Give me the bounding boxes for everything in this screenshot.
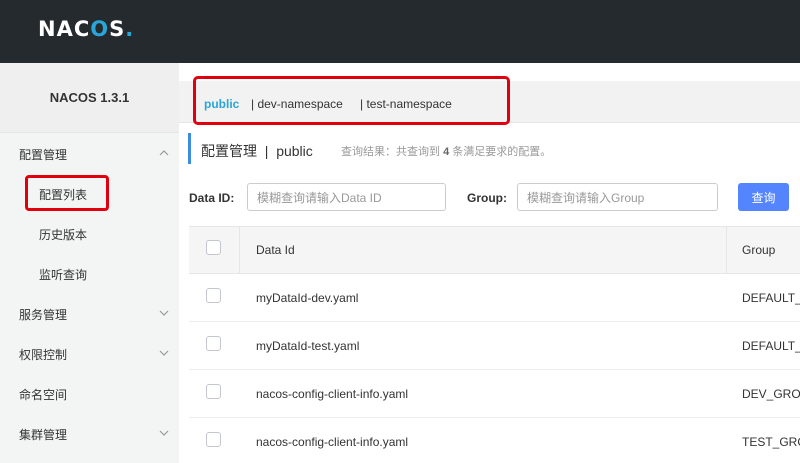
data-id-cell[interactable]: myDataId-dev.yaml — [256, 291, 358, 305]
group-label: Group: — [467, 191, 507, 205]
title-accent-bar — [188, 133, 191, 164]
data-id-cell[interactable]: nacos-config-client-info.yaml — [256, 387, 408, 401]
query-button[interactable]: 查询 — [738, 183, 789, 211]
sidebar-item-namespace[interactable]: 命名空间 — [0, 374, 179, 414]
page-title: 配置管理 | public — [201, 143, 313, 159]
chevron-down-icon — [159, 430, 169, 436]
group-cell: DEFAULT_ — [742, 339, 800, 353]
sidebar-item-label: 命名空间 — [19, 387, 68, 402]
sidebar-item-access-control[interactable]: 权限控制 — [0, 334, 179, 374]
sidebar-item-listener-query[interactable]: 监听查询 — [0, 254, 179, 294]
data-id-cell[interactable]: nacos-config-client-info.yaml — [256, 435, 408, 449]
nacos-logo[interactable]: NACOS. — [38, 17, 134, 41]
row-checkbox[interactable] — [206, 432, 221, 447]
group-cell: TEST_GRO — [742, 435, 800, 449]
sidebar-item-label: 历史版本 — [39, 227, 88, 242]
select-all-checkbox[interactable] — [206, 240, 221, 255]
chevron-up-icon — [159, 150, 169, 156]
group-cell: DEV_GROU — [742, 387, 800, 401]
sidebar-item-history[interactable]: 历史版本 — [0, 214, 179, 254]
dataid-search-input[interactable]: 模糊查询请输入Data ID — [247, 183, 446, 211]
sidebar-item-label: 权限控制 — [19, 347, 68, 362]
sidebar-item-label: 集群管理 — [19, 427, 68, 442]
sidebar-item-label: 服务管理 — [19, 307, 68, 322]
highlight-annotation — [25, 175, 109, 211]
dataid-label: Data ID: — [189, 191, 235, 205]
column-divider — [239, 226, 240, 274]
row-checkbox[interactable] — [206, 288, 221, 303]
column-header-data-id[interactable]: Data Id — [256, 243, 295, 257]
highlight-annotation — [193, 76, 510, 125]
row-checkbox[interactable] — [206, 336, 221, 351]
sidebar-item-label: 配置管理 — [19, 147, 68, 162]
query-result-text: 查询结果：共查询到 4 条满足要求的配置。 — [341, 146, 552, 158]
column-header-group[interactable]: Group — [742, 243, 775, 257]
row-checkbox[interactable] — [206, 384, 221, 399]
sidebar-item-service-management[interactable]: 服务管理 — [0, 294, 179, 334]
version-title: NACOS 1.3.1 — [0, 63, 179, 133]
chevron-down-icon — [159, 310, 169, 316]
sidebar-item-label: 监听查询 — [39, 267, 88, 282]
data-id-cell[interactable]: myDataId-test.yaml — [256, 339, 359, 353]
chevron-down-icon — [159, 350, 169, 356]
column-divider — [726, 226, 727, 274]
sidebar-item-cluster-management[interactable]: 集群管理 — [0, 414, 179, 454]
group-search-input[interactable]: 模糊查询请输入Group — [517, 183, 718, 211]
sidebar-item-config-management[interactable]: 配置管理 — [0, 134, 179, 174]
group-cell: DEFAULT_ — [742, 291, 800, 305]
top-bar: NACOS. — [0, 0, 800, 63]
